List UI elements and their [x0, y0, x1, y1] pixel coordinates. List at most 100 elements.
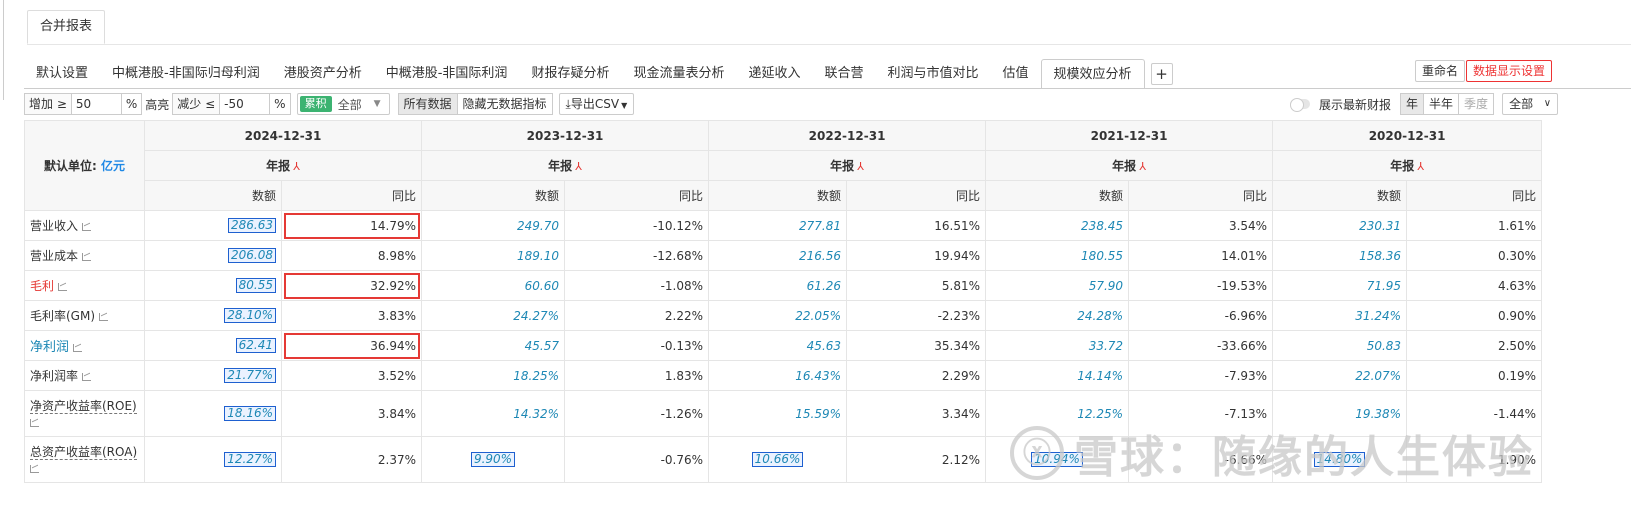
- amount-cell[interactable]: 158.36: [1272, 240, 1408, 271]
- amount-cell[interactable]: 31.24%: [1272, 300, 1408, 331]
- period-year-button[interactable]: 年: [1400, 93, 1425, 115]
- add-tab-button[interactable]: +: [1150, 63, 1173, 85]
- pdf-icon[interactable]: ⅄: [575, 160, 582, 173]
- report-type-label: 年报: [830, 159, 855, 173]
- period-half-year-button[interactable]: 半年: [1424, 93, 1460, 115]
- row-label: 净利润率: [24, 360, 145, 391]
- tab-joint-ventures[interactable]: 联合营: [812, 59, 875, 89]
- highlighted-value[interactable]: 9.90%: [470, 452, 516, 467]
- tab-deferred-revenue[interactable]: 递延收入: [736, 59, 812, 89]
- pdf-icon[interactable]: ⅄: [1139, 160, 1146, 173]
- chart-icon[interactable]: [30, 464, 39, 473]
- highlighted-value[interactable]: 12.27%: [224, 452, 276, 467]
- amount-cell[interactable]: 33.72: [985, 330, 1130, 361]
- amount-cell[interactable]: 19.38%: [1272, 390, 1408, 437]
- hide-empty-button[interactable]: 隐藏无数据指标: [457, 93, 553, 115]
- chart-icon[interactable]: [82, 223, 92, 231]
- cumulative-toggle[interactable]: 累积: [299, 96, 332, 112]
- amount-cell[interactable]: 14.14%: [985, 360, 1130, 391]
- amount-cell[interactable]: 61.26: [708, 270, 848, 301]
- amount-cell[interactable]: 238.45: [985, 210, 1130, 241]
- yoy-cell: 14.79%: [280, 210, 423, 241]
- amount-cell[interactable]: 45.63: [708, 330, 848, 361]
- rename-button[interactable]: 重命名: [1415, 60, 1466, 82]
- period-quarter-button[interactable]: 季度: [1459, 93, 1495, 115]
- amount-cell[interactable]: 45.57: [421, 330, 566, 361]
- amount-cell: 28.10%: [144, 300, 282, 331]
- tab-report-doubt-analysis[interactable]: 财报存疑分析: [519, 59, 621, 89]
- highlighted-value[interactable]: 206.08: [228, 248, 276, 263]
- highlighted-value[interactable]: 10.66%: [751, 452, 804, 467]
- amount-cell[interactable]: 60.60: [421, 270, 566, 301]
- col-amount-header: 数额: [421, 180, 566, 211]
- amount-cell[interactable]: 22.05%: [708, 300, 848, 331]
- pdf-icon[interactable]: ⅄: [293, 160, 300, 173]
- amount-cell[interactable]: 24.28%: [985, 300, 1130, 331]
- unit-value[interactable]: 亿元: [101, 159, 125, 173]
- amount-cell[interactable]: 277.81: [708, 210, 848, 241]
- amount-cell[interactable]: 71.95: [1272, 270, 1408, 301]
- show-latest-switch[interactable]: [1290, 98, 1310, 112]
- amount-cell[interactable]: 57.90: [985, 270, 1130, 301]
- row-label: 净利润: [24, 330, 145, 361]
- highlighted-value[interactable]: 21.77%: [224, 368, 276, 383]
- report-type[interactable]: 年报 ⅄: [143, 150, 423, 181]
- highlighted-value[interactable]: 80.55: [235, 278, 276, 293]
- highlighted-value[interactable]: 10.94%: [1031, 452, 1083, 467]
- pdf-icon[interactable]: ⅄: [857, 160, 864, 173]
- all-toggle[interactable]: 全部: [332, 96, 368, 113]
- chart-icon[interactable]: [82, 373, 92, 381]
- highlighted-value[interactable]: 62.41: [235, 338, 276, 353]
- chart-icon[interactable]: [58, 283, 68, 291]
- decrease-threshold-input[interactable]: -50: [220, 93, 271, 115]
- chart-icon[interactable]: [73, 344, 83, 352]
- yoy-cell: -7.13%: [1128, 390, 1274, 437]
- increase-threshold-input[interactable]: 50: [71, 93, 122, 115]
- highlighted-value[interactable]: 14.80%: [1313, 452, 1366, 467]
- amount-cell[interactable]: 180.55: [985, 240, 1130, 271]
- report-type[interactable]: 年报 ⅄: [421, 150, 710, 181]
- amount-cell[interactable]: 24.27%: [421, 300, 566, 331]
- amount-cell[interactable]: 189.10: [421, 240, 566, 271]
- yoy-cell: 2.12%: [846, 436, 987, 483]
- tab-valuation[interactable]: 估值: [991, 59, 1041, 89]
- tab-hk-asset-analysis[interactable]: 港股资产分析: [272, 59, 374, 89]
- highlighted-value[interactable]: 286.63: [228, 218, 276, 233]
- amount-cell[interactable]: 12.25%: [985, 390, 1130, 437]
- amount-cell[interactable]: 249.70: [421, 210, 566, 241]
- period-date: 2021-12-31: [985, 120, 1274, 151]
- yoy-cell: -10.12%: [564, 210, 710, 241]
- amount-cell[interactable]: 15.59%: [708, 390, 848, 437]
- report-type[interactable]: 年报 ⅄: [1272, 150, 1543, 181]
- chart-icon[interactable]: [30, 418, 39, 427]
- range-select[interactable]: 全部 ∨: [1502, 93, 1559, 115]
- amount-cell[interactable]: 16.43%: [708, 360, 848, 391]
- amount-cell: 14.80%: [1272, 436, 1408, 483]
- data-display-settings-button[interactable]: 数据显示设置: [1466, 60, 1553, 82]
- chevron-down-icon[interactable]: ▼: [368, 99, 387, 109]
- export-csv-button[interactable]: ⤓导出CSV ▼: [558, 93, 635, 115]
- pdf-icon[interactable]: ⅄: [1417, 160, 1424, 173]
- range-select-value: 全部: [1509, 97, 1534, 111]
- amount-cell[interactable]: 50.83: [1272, 330, 1408, 361]
- amount-cell[interactable]: 22.07%: [1272, 360, 1408, 391]
- tab-china-hk-profit[interactable]: 中概港股-非国际利润: [374, 59, 520, 89]
- tab-china-hk-parent-profit[interactable]: 中概港股-非国际归母利润: [100, 59, 272, 89]
- chart-icon[interactable]: [99, 313, 109, 321]
- tab-consolidated-statements[interactable]: 合并报表: [27, 10, 106, 44]
- tab-default-settings[interactable]: 默认设置: [24, 59, 100, 89]
- amount-cell: 12.27%: [144, 436, 282, 483]
- tab-profit-vs-market-cap[interactable]: 利润与市值对比: [876, 59, 991, 89]
- chart-icon[interactable]: [82, 253, 92, 261]
- report-type[interactable]: 年报 ⅄: [708, 150, 987, 181]
- amount-cell[interactable]: 216.56: [708, 240, 848, 271]
- report-type[interactable]: 年报 ⅄: [985, 150, 1274, 181]
- all-data-button[interactable]: 所有数据: [397, 93, 458, 115]
- amount-cell[interactable]: 14.32%: [421, 390, 566, 437]
- amount-cell[interactable]: 230.31: [1272, 210, 1408, 241]
- amount-cell[interactable]: 18.25%: [421, 360, 566, 391]
- highlighted-value[interactable]: 28.10%: [224, 308, 276, 323]
- tab-scale-effect-analysis[interactable]: 规模效应分析: [1040, 59, 1145, 89]
- tab-cash-flow-analysis[interactable]: 现金流量表分析: [621, 59, 736, 89]
- highlighted-value[interactable]: 18.16%: [224, 406, 276, 421]
